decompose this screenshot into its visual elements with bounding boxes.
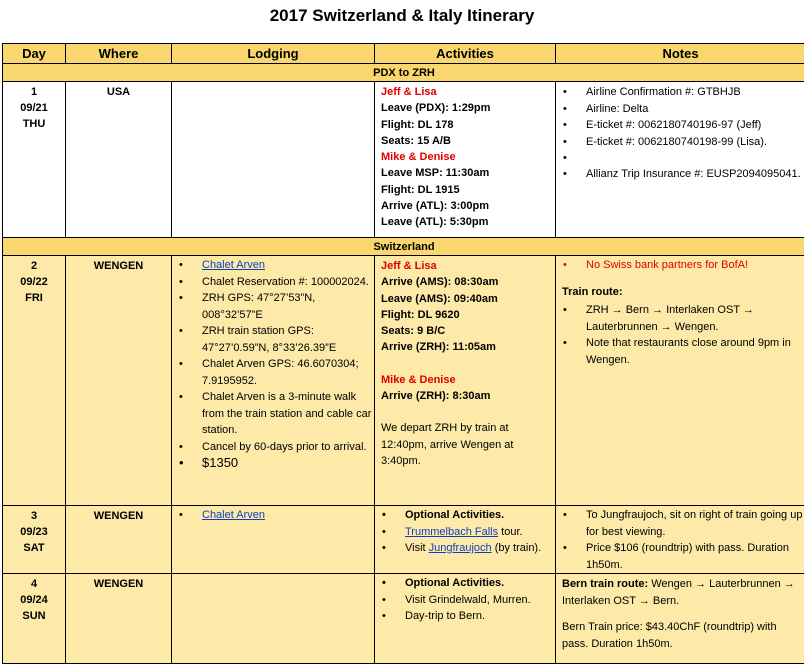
traveler-group: Mike & Denise: [381, 149, 549, 165]
day-date: 09/24: [3, 592, 65, 608]
day-date: 09/21: [3, 100, 65, 116]
day-weekday: SUN: [3, 608, 65, 624]
activity-line: Leave (PDX): 1:29pm: [381, 100, 549, 116]
activity-line: Flight: DL 178: [381, 117, 549, 133]
bern-route-title: Bern train route:: [562, 578, 648, 590]
activity-line: Arrive (ZRH): 11:05am: [381, 339, 549, 355]
list-item: Price $106 (roundtrip) with pass. Durati…: [556, 540, 804, 573]
list-item: ZRH → Bern → Interlaken OST → Lauterbrun…: [556, 302, 804, 335]
lodging-cell: [172, 82, 375, 238]
notes-cell: Airline Confirmation #: GTBHJB Airline: …: [556, 82, 804, 238]
list-item: Cancel by 60-days prior to arrival.: [172, 439, 374, 456]
list-item: ZRH train station GPS: 47°27’0.59”N, 8°3…: [172, 323, 374, 356]
list-item: E-ticket #: 0062180740198-99 (Lisa).: [556, 134, 804, 151]
day-date: 09/23: [3, 524, 65, 540]
day-weekday: THU: [3, 116, 65, 132]
where-cell: WENGEN: [66, 506, 172, 574]
list-item: Allianz Trip Insurance #: EUSP2094095041…: [556, 166, 804, 183]
section-row: PDX to ZRH: [3, 64, 804, 82]
traveler-group: Jeff & Lisa: [381, 84, 549, 100]
table-row: 3 09/23 SAT WENGEN Chalet Arven Optional…: [3, 506, 804, 574]
activity-line: Arrive (ATL): 3:00pm: [381, 198, 549, 214]
notes-cell: Bern train route: Wengen → Lauterbrunnen…: [556, 574, 804, 664]
itinerary-table: Day Where Lodging Activities Notes PDX t…: [2, 43, 804, 664]
list-item: Chalet Arven: [172, 257, 374, 274]
header-notes: Notes: [556, 44, 804, 64]
notes-cell: No Swiss bank partners for BofA! Train r…: [556, 256, 804, 506]
list-item: Note that restaurants close around 9pm i…: [556, 335, 804, 368]
list-item: To Jungfraujoch, sit on right of train g…: [556, 507, 804, 540]
activity-note: We depart ZRH by train at 12:40pm, arriv…: [381, 420, 549, 469]
activity-line: Leave (AMS): 09:40am: [381, 291, 549, 307]
alert-item: No Swiss bank partners for BofA!: [556, 257, 804, 274]
where-cell: USA: [66, 82, 172, 238]
table-row: 1 09/21 THU USA Jeff & Lisa Leave (PDX):…: [3, 82, 804, 238]
day-number: 2: [3, 258, 65, 274]
bern-route-note: Bern train route: Wengen → Lauterbrunnen…: [556, 574, 804, 611]
price-item: $1350: [172, 455, 374, 472]
list-item: Visit Jungfraujoch (by train).: [375, 540, 555, 557]
jungfraujoch-link[interactable]: Jungfraujoch: [429, 542, 492, 554]
trummelbach-falls-link[interactable]: Trummelbach Falls: [405, 526, 498, 538]
day-number: 3: [3, 508, 65, 524]
list-item: ZRH GPS: 47°27’53”N, 008°32’57”E: [172, 290, 374, 323]
day-number: 4: [3, 576, 65, 592]
activity-line: Leave (ATL): 5:30pm: [381, 214, 549, 230]
page-title: 2017 Switzerland & Italy Itinerary: [0, 1, 804, 31]
list-item: Day-trip to Bern.: [375, 608, 555, 625]
list-item: Airline Confirmation #: GTBHJB: [556, 84, 804, 101]
list-item: Chalet Arven GPS: 46.6070304; 7.9195952.: [172, 356, 374, 389]
activity-line: Leave MSP: 11:30am: [381, 165, 549, 181]
day-cell: 2 09/22 FRI: [3, 256, 66, 506]
header-where: Where: [66, 44, 172, 64]
chalet-arven-link[interactable]: Chalet Arven: [202, 509, 265, 521]
list-item: Optional Activities.: [375, 575, 555, 592]
activities-cell: Optional Activities. Visit Grindelwald, …: [375, 574, 556, 664]
activity-line: Arrive (AMS): 08:30am: [381, 274, 549, 290]
day-weekday: SAT: [3, 540, 65, 556]
list-item: Airline: Delta: [556, 101, 804, 118]
lodging-cell: Chalet Arven Chalet Reservation #: 10000…: [172, 256, 375, 506]
header-lodging: Lodging: [172, 44, 375, 64]
day-number: 1: [3, 84, 65, 100]
lodging-cell: [172, 574, 375, 664]
bern-price-note: Bern Train price: $43.40ChF (roundtrip) …: [556, 611, 804, 654]
day-cell: 1 09/21 THU: [3, 82, 66, 238]
activity-line: Seats: 9 B/C: [381, 323, 549, 339]
day-cell: 4 09/24 SUN: [3, 574, 66, 664]
chalet-arven-link[interactable]: Chalet Arven: [202, 259, 265, 271]
table-row: 4 09/24 SUN WENGEN Optional Activities. …: [3, 574, 804, 664]
header-day: Day: [3, 44, 66, 64]
day-date: 09/22: [3, 274, 65, 290]
activity-line: Arrive (ZRH): 8:30am: [381, 388, 549, 404]
activities-cell: Jeff & Lisa Leave (PDX): 1:29pm Flight: …: [375, 82, 556, 238]
section-row: Switzerland: [3, 238, 804, 256]
list-item: Chalet Arven is a 3-minute walk from the…: [172, 389, 374, 439]
day-cell: 3 09/23 SAT: [3, 506, 66, 574]
activities-cell: Optional Activities. Trummelbach Falls t…: [375, 506, 556, 574]
lodging-cell: Chalet Arven: [172, 506, 375, 574]
section-switzerland: Switzerland: [3, 238, 804, 256]
list-item: E-ticket #: 0062180740196-97 (Jeff): [556, 117, 804, 134]
table-row: 2 09/22 FRI WENGEN Chalet Arven Chalet R…: [3, 256, 804, 506]
train-route-title: Train route:: [556, 274, 804, 303]
activity-line: Flight: DL 9620: [381, 307, 549, 323]
list-item: Visit Grindelwald, Murren.: [375, 592, 555, 609]
list-item: Optional Activities.: [375, 507, 555, 524]
list-item: Trummelbach Falls tour.: [375, 524, 555, 541]
activity-line: Seats: 15 A/B: [381, 133, 549, 149]
header-row: Day Where Lodging Activities Notes: [3, 44, 804, 64]
where-cell: WENGEN: [66, 256, 172, 506]
notes-cell: To Jungfraujoch, sit on right of train g…: [556, 506, 804, 574]
header-activities: Activities: [375, 44, 556, 64]
where-cell: WENGEN: [66, 574, 172, 664]
activity-line: Flight: DL 1915: [381, 182, 549, 198]
traveler-group: Mike & Denise: [381, 372, 549, 388]
traveler-group: Jeff & Lisa: [381, 258, 549, 274]
activities-cell: Jeff & Lisa Arrive (AMS): 08:30am Leave …: [375, 256, 556, 506]
section-pdx-to-zrh: PDX to ZRH: [3, 64, 804, 82]
list-item: Chalet Arven: [172, 507, 374, 524]
day-weekday: FRI: [3, 290, 65, 306]
list-item: Chalet Reservation #: 100002024.: [172, 274, 374, 291]
